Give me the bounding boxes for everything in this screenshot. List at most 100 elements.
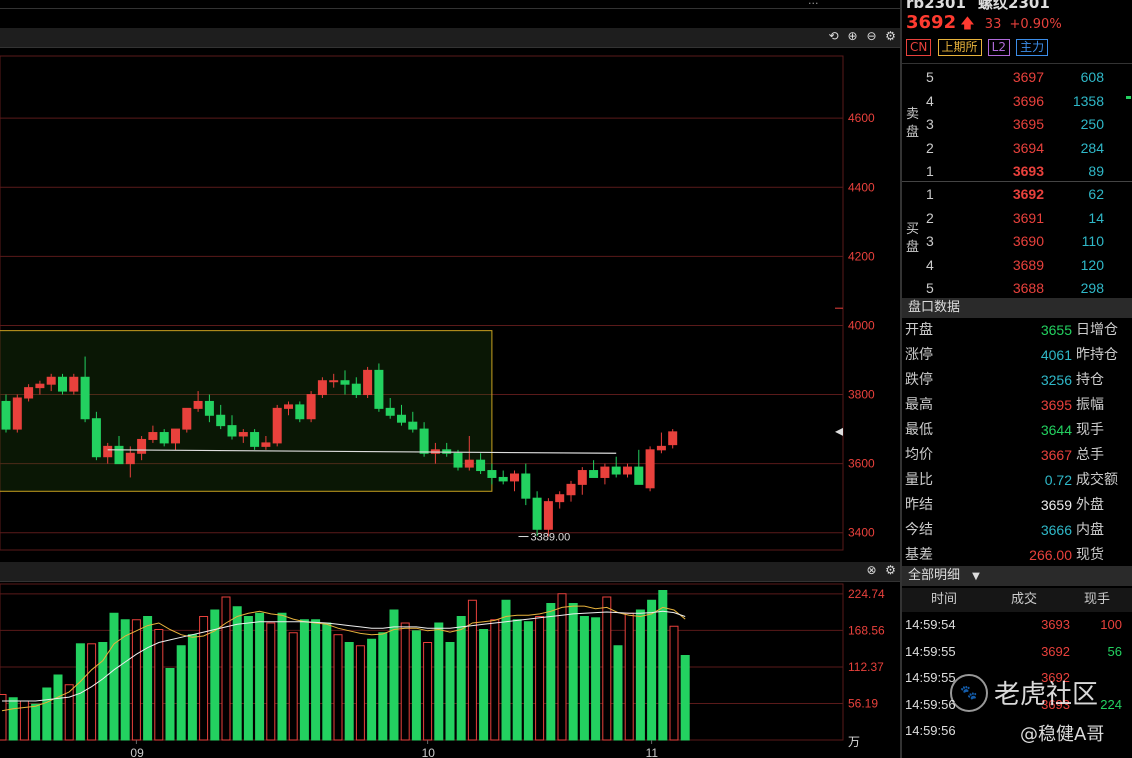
volume-bar: [647, 599, 657, 741]
trade-row: 14:59:55 3692 56: [902, 639, 1132, 665]
ask-row[interactable]: 1 3693 89: [902, 160, 1132, 183]
volume-bar: [378, 632, 388, 741]
bid-qty: 120: [1080, 256, 1104, 273]
chevron-down-icon[interactable]: ▼: [972, 571, 980, 582]
quote-data: 开盘 3655 日增仓 涨停 4061 昨持仓 跌停 3256 持仓 最高 3695 …: [902, 318, 1132, 564]
candle-body: [193, 400, 203, 409]
tag-l2[interactable]: L2: [987, 39, 1010, 56]
volume-bar: [131, 619, 141, 741]
ask-row[interactable]: 2 3694 284: [902, 137, 1132, 160]
ask-price: 3697: [1012, 69, 1044, 85]
bid-level: 1: [926, 186, 934, 202]
volume-bar: [658, 590, 668, 741]
trade-time: 14:59:54: [905, 617, 956, 632]
watermark-logo: 🐾: [950, 674, 988, 712]
volume-bar: [355, 645, 365, 741]
ask-level: 3: [926, 116, 934, 132]
volume-bar: [680, 655, 690, 741]
bid-level: 4: [926, 256, 934, 273]
quote-row: 最高 3695 振幅: [902, 393, 1132, 418]
volume-tick-label: 112.37: [848, 660, 884, 674]
undo-icon[interactable]: ⟲: [826, 29, 841, 44]
candle: [374, 363, 384, 412]
candle-body: [125, 452, 135, 465]
ask-row[interactable]: 5 3697 608: [902, 66, 1132, 89]
tag-main[interactable]: 主力: [1016, 39, 1049, 56]
candle: [498, 470, 508, 485]
trade-time: 14:59:56: [905, 723, 956, 738]
candle-body: [80, 376, 90, 420]
quote-row: 基差 266.00 现货: [902, 543, 1132, 568]
candle-body: [24, 387, 34, 399]
quote-label: 开盘: [905, 322, 933, 338]
close-icon[interactable]: ⊗: [864, 563, 879, 578]
quote-value: 3695: [1040, 397, 1072, 413]
volume-bar: [367, 638, 377, 741]
volume-bar: [490, 619, 500, 741]
bid-row[interactable]: 5 3688 298: [902, 277, 1132, 300]
bid-row[interactable]: 1 3692 62: [902, 183, 1132, 206]
consolidation-box: [0, 330, 493, 492]
candle-body: [577, 470, 587, 485]
volume-gear-icon[interactable]: ⚙: [883, 563, 898, 578]
ask-qty: 250: [1080, 116, 1104, 132]
volume-bar: [243, 616, 253, 741]
bid-row[interactable]: 3 3690 110: [902, 230, 1132, 253]
ask-row[interactable]: 4 3696 1358: [902, 90, 1132, 113]
candle: [453, 449, 463, 471]
candle-body: [69, 376, 79, 392]
quote-label-2: 总手: [1076, 447, 1104, 463]
volume-bar: [87, 643, 97, 741]
y-tick-label: 4600: [848, 111, 875, 125]
zoom-in-icon[interactable]: ⊕: [845, 29, 860, 44]
ask-level: 1: [926, 163, 934, 179]
bid-row[interactable]: 2 3691 14: [902, 207, 1132, 230]
volume-chart[interactable]: 56.19 112.37 168.56 224.74 万 09 10 11: [0, 582, 900, 758]
volume-bar: [423, 642, 433, 741]
volume-bar: [535, 616, 545, 741]
x-tick-label: 09: [130, 746, 144, 758]
symbol-name: 螺纹2301: [978, 0, 1050, 12]
quote-label-2: 现货: [1076, 547, 1104, 563]
volume-bar: [299, 619, 309, 741]
gear-icon[interactable]: ⚙: [883, 29, 898, 44]
candlestick-chart[interactable]: 3400 3600 3800 4000 4200 4400 4600 3389.00: [0, 48, 900, 558]
x-tick-label: 10: [422, 746, 436, 758]
bid-price: 3688: [1012, 280, 1044, 296]
candle: [91, 411, 101, 461]
quote-row: 量比 0.72 成交额: [902, 468, 1132, 493]
quote-value: 3655: [1040, 322, 1072, 338]
watermark-brand: 老虎社区: [994, 680, 1099, 710]
bid-row[interactable]: 4 3689 120: [902, 254, 1132, 277]
quote-label-2: 现手: [1076, 422, 1104, 438]
candle: [555, 491, 565, 509]
y-tick-label: 4400: [848, 180, 875, 194]
ask-row[interactable]: 3 3695 250: [902, 113, 1132, 136]
trade-price: 3692: [1041, 643, 1070, 659]
bid-price: 3691: [1012, 209, 1044, 226]
volume-bar: [143, 616, 153, 741]
price-change-pct: +0.90%: [1009, 17, 1062, 32]
volume-bar: [400, 622, 410, 741]
candle-body: [148, 432, 158, 440]
quote-value: 3667: [1040, 447, 1072, 463]
bid-price: 3690: [1012, 233, 1044, 249]
quote-row: 开盘 3655 日增仓: [902, 318, 1132, 343]
zoom-out-icon[interactable]: ⊖: [864, 29, 879, 44]
candle-body: [611, 466, 621, 475]
quote-label-2: 内盘: [1076, 522, 1104, 538]
candle: [532, 491, 542, 537]
tag-cn[interactable]: CN: [906, 39, 932, 56]
quote-label-2: 成交额: [1076, 472, 1118, 488]
candle-body: [272, 407, 282, 444]
candle-body: [397, 414, 406, 423]
trade-qty: 100: [1100, 617, 1122, 632]
quote-label-2: 持仓: [1076, 372, 1104, 388]
trades-section-title[interactable]: 全部明细 ▼: [902, 566, 1132, 586]
candle-body: [159, 432, 169, 444]
bid-level: 5: [926, 280, 934, 296]
volume-bar: [579, 616, 589, 741]
tag-exchange[interactable]: 上期所: [937, 39, 982, 56]
ask-qty: 284: [1080, 139, 1104, 156]
volume-bar: [344, 642, 354, 741]
